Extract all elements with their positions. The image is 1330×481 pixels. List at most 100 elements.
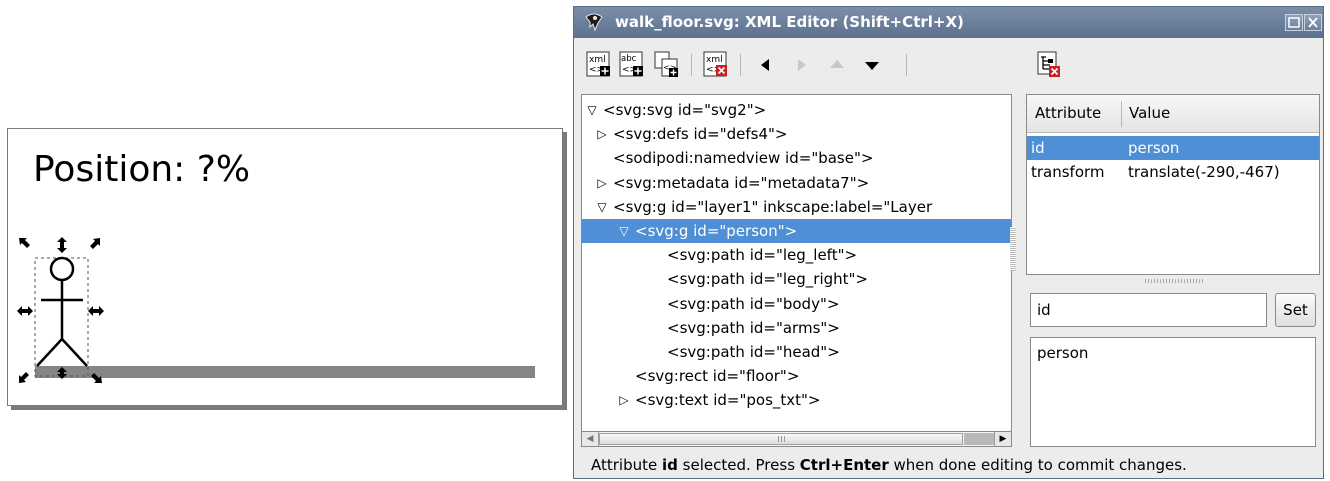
floor-rect[interactable] — [35, 366, 535, 378]
toolbar-separator — [906, 54, 907, 76]
status-bar: Attribute id selected. Press Ctrl+Enter … — [591, 456, 1187, 474]
arrow-down-icon — [865, 62, 879, 70]
canvas-page[interactable]: Position: ?% — [7, 128, 563, 406]
column-divider — [1121, 101, 1122, 127]
tree-pane-grip[interactable] — [1010, 227, 1016, 271]
expander-expanded-icon[interactable]: ▽ — [616, 219, 632, 243]
tree-node[interactable]: <sodipodi:namedview id="base"> — [582, 146, 1011, 170]
lower-node-button[interactable] — [859, 51, 885, 79]
tree-node[interactable]: <svg:path id="leg_right"> — [582, 267, 1011, 291]
arrow-left-icon — [761, 59, 769, 71]
tree-node[interactable]: ▽ <svg:svg id="svg2"> — [582, 98, 1011, 122]
person-leg-left[interactable] — [36, 338, 63, 367]
scroll-right-icon[interactable]: ▶ — [994, 432, 1011, 446]
toolbar-separator — [691, 54, 692, 76]
expander-collapsed-icon[interactable]: ▷ — [616, 388, 632, 412]
attribute-pane-grip[interactable] — [1145, 279, 1203, 283]
handle-left-middle[interactable] — [17, 306, 33, 316]
tree-node[interactable]: ▽ <svg:g id="person"> — [582, 219, 1011, 243]
tree-node-label: <svg:defs id="defs4"> — [613, 125, 788, 144]
person-head[interactable] — [49, 256, 75, 282]
handle-top-middle[interactable] — [57, 237, 67, 253]
close-icon — [1308, 17, 1318, 28]
unindent-node-button[interactable] — [753, 51, 779, 79]
tree-node[interactable]: <svg:path id="arms"> — [582, 316, 1011, 340]
handle-top-right[interactable] — [90, 238, 100, 249]
close-button[interactable] — [1304, 14, 1322, 31]
status-shortcut: Ctrl+Enter — [799, 456, 889, 474]
tree-node-label: <svg:text id="pos_txt"> — [635, 391, 821, 410]
maximize-button[interactable] — [1285, 14, 1303, 31]
attribute-value-textarea[interactable]: person — [1030, 337, 1316, 447]
handle-bottom-left[interactable] — [19, 372, 29, 383]
expander-collapsed-icon[interactable]: ▷ — [594, 122, 610, 146]
xml-node-tree[interactable]: ▽ <svg:svg id="svg2"> ▷ <svg:defs id="defs4… — [581, 94, 1012, 447]
scroll-left-icon[interactable]: ◀ — [582, 432, 599, 446]
tree-node[interactable]: <svg:path id="body"> — [582, 292, 1011, 316]
new-text-node-button[interactable]: abc <> — [619, 51, 645, 79]
attribute-value-cell: translate(-290,-467) — [1128, 163, 1280, 181]
indent-node-button[interactable] — [789, 51, 815, 79]
abc-new-text-icon: abc <> — [619, 51, 643, 77]
value-column-header[interactable]: Value — [1129, 95, 1170, 132]
arrow-up-icon — [830, 60, 844, 68]
person-figure[interactable] — [36, 256, 88, 367]
attribute-value-cell: person — [1128, 139, 1180, 157]
tree-node-label: <svg:g id="layer1" inkscape:label="Layer — [613, 197, 933, 216]
set-button[interactable]: Set — [1275, 293, 1316, 327]
tree-node[interactable]: <svg:path id="head"> — [582, 340, 1011, 364]
attribute-table[interactable]: Attribute Value id person transform transla… — [1026, 94, 1320, 275]
expander-collapsed-icon[interactable]: ▷ — [594, 171, 610, 195]
attribute-column-header[interactable]: Attribute — [1035, 95, 1101, 132]
handle-right-middle[interactable] — [88, 306, 104, 316]
attribute-row[interactable]: id person — [1027, 136, 1319, 160]
person-leg-right[interactable] — [61, 338, 88, 367]
new-element-node-button[interactable]: xml <> — [586, 51, 612, 79]
raise-node-button[interactable] — [824, 51, 850, 79]
tree-node-label: <sodipodi:namedview id="base"> — [613, 149, 874, 168]
tree-node[interactable]: <svg:rect id="floor"> — [582, 364, 1011, 388]
canvas-drawing — [17, 237, 535, 383]
tree-node[interactable]: <svg:path id="leg_left"> — [582, 243, 1011, 267]
status-text: selected. Press — [677, 456, 800, 474]
expander-expanded-icon[interactable]: ▽ — [584, 98, 600, 122]
attribute-row[interactable]: transform translate(-290,-467) — [1027, 160, 1319, 184]
scrollbar-thumb[interactable] — [599, 433, 963, 445]
tree-node-label: <svg:path id="head"> — [667, 343, 840, 361]
xml-icon-label: xml — [589, 55, 606, 65]
scrollbar-grip — [778, 436, 786, 442]
delete-node-button[interactable]: xml <> — [703, 51, 729, 79]
expander-expanded-icon[interactable]: ▽ — [594, 195, 610, 219]
attribute-table-header: Attribute Value — [1027, 95, 1319, 133]
delete-attribute-icon — [1037, 51, 1060, 77]
attribute-name-cell: id — [1031, 139, 1045, 157]
tree-node[interactable]: ▷ <svg:text id="pos_txt"> — [582, 388, 1011, 412]
xml-delete-node-icon: xml <> — [703, 51, 727, 77]
abc-icon-label: abc — [621, 54, 637, 64]
maximize-icon — [1288, 17, 1300, 28]
toolbar: xml <> abc <> <> xml <> — [574, 38, 1323, 93]
tree-node-label: <svg:g id="person"> — [635, 222, 798, 240]
toolbar-separator — [740, 54, 741, 76]
delete-attribute-button[interactable] — [1036, 51, 1062, 79]
handle-top-left[interactable] — [19, 238, 30, 248]
tree-horizontal-scrollbar[interactable]: ◀ ▶ — [581, 431, 1012, 447]
scrollbar-track[interactable] — [964, 433, 995, 445]
tree-node[interactable]: ▽ <svg:g id="layer1" inkscape:label="Laye… — [582, 195, 1011, 219]
xml-icon-label: xml — [706, 55, 723, 65]
attribute-name-cell: transform — [1031, 163, 1105, 181]
tree-node-label: <svg:path id="body"> — [667, 294, 840, 313]
tree-node-label: <svg:svg id="svg2"> — [603, 101, 767, 119]
attribute-name-input[interactable] — [1030, 293, 1267, 327]
inkscape-logo-icon — [585, 13, 603, 32]
duplicate-node-button[interactable]: <> — [654, 51, 680, 79]
tree-node[interactable]: ▷ <svg:defs id="defs4"> — [582, 122, 1011, 146]
xml-editor-dialog: walk_floor.svg: XML Editor (Shift+Ctrl+X… — [573, 6, 1324, 479]
arrow-right-icon — [798, 59, 806, 71]
title-bar[interactable]: walk_floor.svg: XML Editor (Shift+Ctrl+X… — [574, 7, 1323, 38]
window-title: walk_floor.svg: XML Editor (Shift+Ctrl+X… — [615, 13, 964, 31]
tree-node-label: <svg:path id="arms"> — [667, 318, 840, 337]
tree-node-label: <svg:metadata id="metadata7"> — [613, 173, 870, 192]
tree-node[interactable]: ▷ <svg:metadata id="metadata7"> — [582, 171, 1011, 195]
tree-node-label: <svg:path id="leg_right"> — [667, 270, 868, 289]
